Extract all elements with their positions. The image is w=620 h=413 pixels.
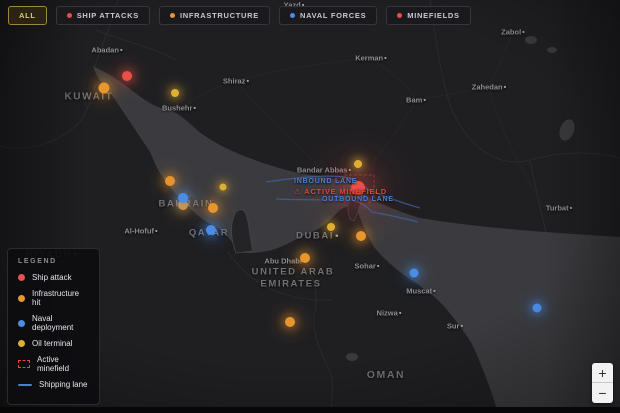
legend-title: LEGEND bbox=[18, 258, 89, 265]
minefield-rect-icon bbox=[18, 360, 30, 368]
filter-label: MINEFIELDS bbox=[407, 11, 459, 20]
active-minefield-label: ⚠ ACTIVE MINEFIELD bbox=[294, 187, 387, 196]
legend-item-naval-deployment: Naval deployment bbox=[18, 314, 89, 332]
legend-item-label: Shipping lane bbox=[39, 380, 87, 389]
filter-button-naval-forces[interactable]: NAVAL FORCES bbox=[279, 6, 377, 25]
oil-terminal-dot-icon bbox=[18, 340, 25, 347]
zoom-controls: + − bbox=[592, 363, 613, 403]
naval-deployment-dot-icon bbox=[18, 320, 25, 327]
filter-label: NAVAL FORCES bbox=[300, 11, 366, 20]
filter-button-infrastructure[interactable]: INFRASTRUCTURE bbox=[159, 6, 270, 25]
outbound-lane-label: OUTBOUND LANE bbox=[322, 196, 394, 203]
filter-button-ship-attacks[interactable]: SHIP ATTACKS bbox=[56, 6, 150, 25]
filter-button-all[interactable]: ALL bbox=[8, 6, 47, 25]
filter-label: INFRASTRUCTURE bbox=[180, 11, 259, 20]
infrastructure-hit-dot-icon bbox=[18, 295, 25, 302]
legend-items: Ship attack Infrastructure hit Naval deplo… bbox=[18, 273, 89, 389]
filter-label: ALL bbox=[19, 11, 36, 20]
legend-item-label: Infrastructure hit bbox=[32, 289, 89, 307]
infrastructure-dot-icon bbox=[170, 13, 175, 18]
naval-forces-dot-icon bbox=[290, 13, 295, 18]
zoom-out-button[interactable]: − bbox=[592, 383, 613, 403]
inbound-lane-label: INBOUND LANE bbox=[294, 178, 357, 185]
legend-item-oil-terminal: Oil terminal bbox=[18, 339, 89, 348]
conflict-map-app: Abadan•Bushehr•Shiraz•Yazd•Kerman•Zabol•… bbox=[0, 0, 620, 413]
shipping-lane-icon bbox=[18, 384, 32, 386]
filter-label: SHIP ATTACKS bbox=[77, 11, 139, 20]
legend-item-shipping-lane: Shipping lane bbox=[18, 380, 89, 389]
filter-toolbar: ALL SHIP ATTACKS INFRASTRUCTURE NAVAL FORCE… bbox=[8, 6, 471, 25]
filter-button-minefields[interactable]: MINEFIELDS bbox=[386, 6, 470, 25]
legend-item-active-minefield: Active minefield bbox=[18, 355, 89, 373]
legend-item-label: Ship attack bbox=[32, 273, 72, 282]
legend-item-label: Oil terminal bbox=[32, 339, 72, 348]
legend-item-ship-attack: Ship attack bbox=[18, 273, 89, 282]
ship-attacks-dot-icon bbox=[67, 13, 72, 18]
legend-item-label: Active minefield bbox=[37, 355, 89, 373]
legend-item-label: Naval deployment bbox=[32, 314, 89, 332]
legend-item-infrastructure-hit: Infrastructure hit bbox=[18, 289, 89, 307]
legend-panel: LEGEND Ship attack Infrastructure hit Nava… bbox=[7, 248, 100, 405]
bottom-strip bbox=[0, 407, 620, 413]
ship-attack-dot-icon bbox=[18, 274, 25, 281]
minefields-dot-icon bbox=[397, 13, 402, 18]
zoom-in-button[interactable]: + bbox=[592, 363, 613, 383]
